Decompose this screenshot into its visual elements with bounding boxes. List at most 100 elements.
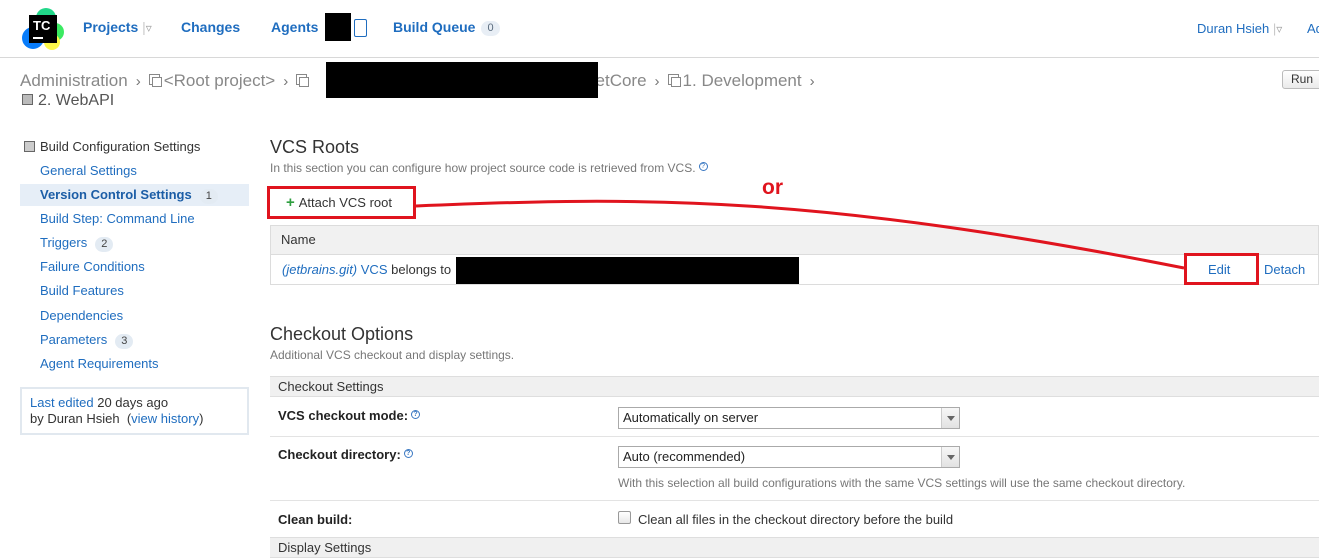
view-history-link[interactable]: view history <box>131 411 199 426</box>
sidebar-item-parameters[interactable]: Parameters 3 <box>20 329 249 351</box>
user-name: Duran Hsieh <box>1197 21 1270 36</box>
vcs-roots-description-text: In this section you can configure how pr… <box>270 161 696 175</box>
chevron-right-icon: › <box>283 73 289 90</box>
sidebar-item-agent-requirements[interactable]: Agent Requirements <box>20 353 249 375</box>
last-edited-box: Last edited 20 days ago by Duran Hsieh (… <box>20 387 249 435</box>
last-edited-line: Last edited 20 days ago <box>30 395 239 411</box>
chevron-down-icon[interactable]: ▿ <box>1276 22 1282 36</box>
breadcrumb-development[interactable]: 1. Development <box>683 71 802 90</box>
nav-projects-label: Projects <box>83 19 139 35</box>
sidebar-count-badge: 3 <box>115 334 134 349</box>
checkout-directory-note: With this selection all build configurat… <box>618 476 1186 490</box>
vcs-checkout-mode-label-text: VCS checkout mode: <box>278 408 409 423</box>
sidebar-item-build-features[interactable]: Build Features <box>20 280 249 302</box>
nav-build-queue[interactable]: Build Queue 0 <box>393 19 500 36</box>
sidebar-item-label: Parameters <box>40 332 108 347</box>
checkout-directory-select[interactable]: Auto (recommended) <box>618 446 960 468</box>
project-icon <box>148 74 162 87</box>
table-header-name: Name <box>271 226 1318 255</box>
sidebar-count-badge: 2 <box>95 237 114 252</box>
breadcrumb-administration[interactable]: Administration <box>20 71 128 90</box>
sidebar-item-label: Agent Requirements <box>40 356 159 371</box>
vcs-root-belongs: belongs to <box>391 262 452 277</box>
agents-count-icon <box>354 19 367 37</box>
chevron-right-icon: › <box>654 73 660 90</box>
chevron-right-icon: › <box>809 73 815 90</box>
sidebar-item-failure-conditions[interactable]: Failure Conditions <box>20 256 249 278</box>
row-divider <box>270 436 1319 437</box>
redacted-block <box>326 62 598 98</box>
breadcrumb-webapi: 2. WebAPI <box>38 92 115 109</box>
checkout-options-heading: Checkout Options <box>270 324 414 344</box>
chevron-right-icon: › <box>135 73 141 90</box>
teamcity-logo-icon[interactable]: TC <box>22 8 64 50</box>
build-config-icon <box>24 141 35 152</box>
build-queue-count-badge: 0 <box>481 21 500 36</box>
checkout-directory-value: Auto (recommended) <box>623 449 746 464</box>
checkout-options-description: Additional VCS checkout and display sett… <box>270 348 515 362</box>
breadcrumb-current: 2. WebAPI <box>22 92 114 110</box>
last-edited-link[interactable]: Last edited <box>30 395 94 410</box>
chevron-down-icon[interactable] <box>941 447 959 467</box>
help-icon[interactable]: ? <box>411 410 421 419</box>
sidebar-item-label: Build Step: Command Line <box>40 211 195 226</box>
nav-agents[interactable]: Agents <box>271 19 318 35</box>
vcs-root-link[interactable]: VCS <box>361 262 388 277</box>
sidebar-item-general-settings[interactable]: General Settings <box>20 160 249 182</box>
checkout-directory-label-text: Checkout directory: <box>278 447 401 462</box>
chevron-down-icon[interactable]: ▿ <box>146 21 152 35</box>
vcs-checkout-mode-select[interactable]: Automatically on server <box>618 407 960 429</box>
nav-build-queue-label: Build Queue <box>393 19 476 35</box>
nav-projects[interactable]: Projects |▿ <box>83 19 152 35</box>
vcs-checkout-mode-value: Automatically on server <box>623 410 759 425</box>
run-button[interactable]: Run <box>1282 70 1319 89</box>
annotation-box-edit <box>1184 253 1259 285</box>
clean-build-label: Clean build: <box>278 512 353 527</box>
sidebar-item-label: General Settings <box>40 163 137 178</box>
project-icon <box>667 74 681 87</box>
nav-changes[interactable]: Changes <box>181 19 240 35</box>
administration-link[interactable]: Ad <box>1307 21 1319 36</box>
logo-text: TC <box>33 18 51 33</box>
sidebar-item-dependencies[interactable]: Dependencies <box>20 305 249 327</box>
project-icon <box>296 74 310 87</box>
sidebar-item-label: Build Features <box>40 283 124 298</box>
vcs-roots-heading: VCS Roots <box>270 137 360 157</box>
checkout-settings-section: Checkout Settings <box>270 376 1319 397</box>
sidebar-item-label: Version Control Settings <box>40 187 192 202</box>
checkout-options-table: Checkout Settings VCS checkout mode:? Au… <box>270 376 1319 558</box>
sidebar-item-label: Failure Conditions <box>40 259 145 274</box>
help-icon[interactable]: ? <box>403 449 413 458</box>
detach-vcs-root-link[interactable]: Detach <box>1264 262 1305 277</box>
vcs-roots-description: In this section you can configure how pr… <box>270 161 708 175</box>
user-menu[interactable]: Duran Hsieh |▿ <box>1197 21 1282 36</box>
sidebar-item-build-step[interactable]: Build Step: Command Line <box>20 208 249 230</box>
annotation-box-attach <box>267 186 416 219</box>
last-edited-by: by Duran Hsieh <box>30 411 120 426</box>
sidebar-item-label: Triggers <box>40 235 88 250</box>
sidebar-item-label: Dependencies <box>40 308 124 323</box>
row-divider <box>270 500 1319 501</box>
chevron-down-icon[interactable] <box>941 408 959 428</box>
build-config-icon <box>22 94 33 105</box>
checkout-directory-label: Checkout directory:? <box>278 447 413 462</box>
help-icon[interactable]: ? <box>698 162 708 171</box>
breadcrumb-root-project[interactable]: <Root project> <box>164 71 276 90</box>
clean-build-checkbox-label[interactable]: Clean all files in the checkout director… <box>638 512 953 527</box>
sidebar-title: Build Configuration Settings <box>24 139 200 154</box>
redacted-block <box>325 13 351 41</box>
top-navigation-bar: TC Projects |▿ Changes Agents Build Queu… <box>0 0 1319 58</box>
last-edited-ago: 20 days ago <box>97 395 169 410</box>
sidebar-title-label: Build Configuration Settings <box>40 139 201 154</box>
sidebar-item-version-control-settings[interactable]: Version Control Settings 1 <box>20 184 249 206</box>
nav-agents-label: Agents <box>271 19 319 35</box>
clean-build-checkbox[interactable] <box>618 511 631 524</box>
vcs-checkout-mode-label: VCS checkout mode:? <box>278 408 421 423</box>
sidebar-item-triggers[interactable]: Triggers 2 <box>20 232 249 254</box>
annotation-or-text: or <box>762 176 783 199</box>
display-settings-section: Display Settings <box>270 537 1319 558</box>
redacted-block <box>456 257 799 284</box>
last-edited-by-line: by Duran Hsieh (view history) <box>30 411 204 426</box>
sidebar-count-badge: 1 <box>199 189 218 204</box>
vcs-root-type[interactable]: (jetbrains.git) <box>282 262 357 277</box>
